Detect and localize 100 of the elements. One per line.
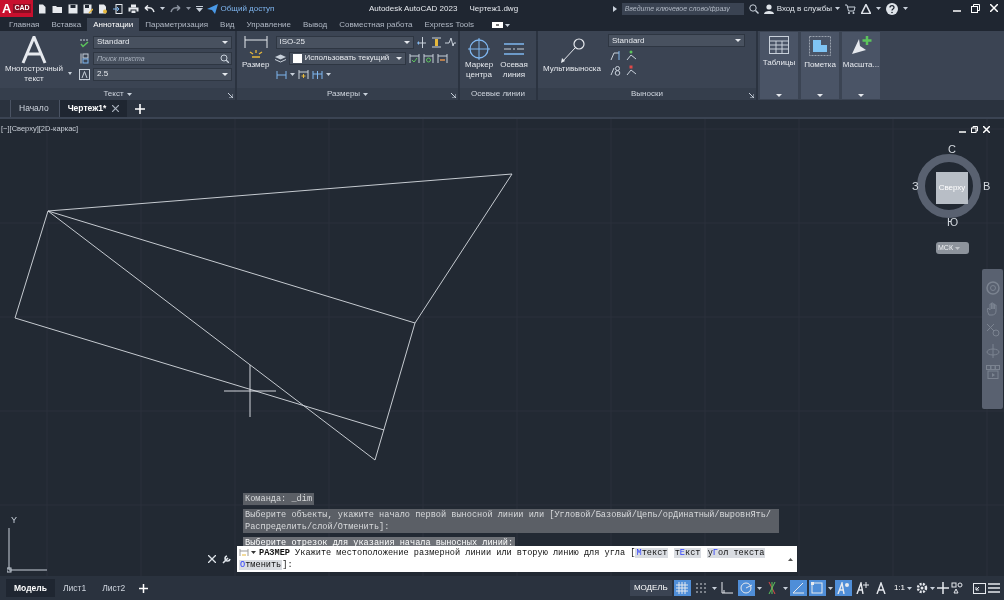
leader-style-dropdown[interactable]: Standard xyxy=(608,34,745,47)
dimension-adjust-icon[interactable] xyxy=(430,36,442,48)
grid-icon xyxy=(675,582,689,594)
center-mark-button[interactable]: Маркер центра xyxy=(463,34,495,88)
new-layout-icon[interactable] xyxy=(139,583,149,593)
ortho-icon xyxy=(720,582,734,594)
dimension-style-dropdown[interactable]: ISO-25 xyxy=(275,35,414,49)
compass-direction[interactable]: З xyxy=(912,181,919,192)
open-folder-icon[interactable] xyxy=(51,3,63,14)
print-icon[interactable] xyxy=(127,3,139,14)
compass-direction[interactable]: Ю xyxy=(947,217,959,228)
compass-direction[interactable]: В xyxy=(983,181,991,192)
cart-icon[interactable] xyxy=(845,3,856,14)
plus-icon[interactable] xyxy=(937,582,949,594)
centerline-button[interactable]: Осевая линия xyxy=(495,34,533,88)
menu-icon[interactable] xyxy=(988,583,1000,593)
document-tab[interactable]: Начало xyxy=(10,100,57,117)
search-icon[interactable] xyxy=(748,3,759,14)
collect-leader-icon[interactable] xyxy=(610,65,621,76)
ribbon-tab[interactable]: Параметризация xyxy=(139,18,215,31)
save-icon[interactable] xyxy=(67,3,78,14)
caret-icon xyxy=(756,586,762,590)
reassociate-icon[interactable] xyxy=(436,52,448,64)
dropdown-icon[interactable] xyxy=(195,5,203,12)
expand-arrow-icon[interactable] xyxy=(612,5,617,12)
new-file-icon[interactable] xyxy=(36,3,47,14)
search-icon[interactable] xyxy=(220,53,229,63)
restore-icon[interactable] xyxy=(971,126,978,133)
wrench-icon[interactable] xyxy=(222,554,232,564)
scroll-up-icon[interactable] xyxy=(788,558,793,561)
spellcheck-icon[interactable] xyxy=(79,36,90,48)
ribbon-tab[interactable]: Вставка xyxy=(45,18,88,31)
jog-line-icon[interactable] xyxy=(444,36,456,48)
launcher-icon[interactable] xyxy=(749,93,754,98)
panel-title: Осевые линии xyxy=(471,89,525,99)
polar-toggle[interactable] xyxy=(737,580,755,596)
import-icon[interactable] xyxy=(112,3,123,14)
new-tab-icon[interactable] xyxy=(135,103,146,114)
annotation-scale-button[interactable]: 1:1 xyxy=(891,583,914,593)
ribbon-tab[interactable]: Совместная работа xyxy=(333,18,419,31)
align-leader-icon[interactable] xyxy=(626,50,637,61)
triangle-logo-icon[interactable] xyxy=(861,3,871,14)
units-icon[interactable] xyxy=(951,582,963,594)
layers-icon[interactable] xyxy=(274,52,286,64)
collapsed-panel-button[interactable]: Масшта... xyxy=(842,32,880,99)
multiline-text-button[interactable]: Многострочный текст xyxy=(3,34,65,88)
save-as-icon[interactable] xyxy=(82,3,93,14)
multileader-button[interactable]: Мультивыноска xyxy=(541,34,603,88)
close-icon[interactable] xyxy=(112,105,120,112)
ribbon-tab[interactable]: Главная xyxy=(3,18,46,31)
redo-icon[interactable] xyxy=(169,4,181,13)
compass-direction[interactable]: С xyxy=(948,144,956,155)
layout-tab[interactable]: Модель xyxy=(6,579,55,597)
panel-toggle-icon[interactable] xyxy=(492,22,504,28)
gear-icon[interactable] xyxy=(916,582,928,594)
text-height-dropdown[interactable]: 2.5 xyxy=(93,67,232,81)
linear-dimension-icon[interactable] xyxy=(275,68,287,80)
model-space-button[interactable]: МОДЕЛЬ xyxy=(629,580,672,596)
text-style-dropdown[interactable]: Standard xyxy=(93,35,232,49)
launcher-icon[interactable] xyxy=(451,93,456,98)
ribbon-tab[interactable]: Аннотации xyxy=(87,18,140,31)
ortho-toggle[interactable] xyxy=(718,580,736,596)
grid-toggle[interactable] xyxy=(673,580,691,596)
ribbon-tab[interactable]: Express Tools xyxy=(418,18,481,31)
ribbon-tab[interactable]: Вывод xyxy=(297,18,334,31)
quick-dimension-icon[interactable] xyxy=(297,68,309,80)
annotation-visibility-toggle[interactable] xyxy=(834,580,852,596)
collapsed-panel-button[interactable]: Таблицы xyxy=(760,32,798,99)
dimension-break-icon[interactable] xyxy=(416,36,428,48)
dimension-button[interactable]: Размер xyxy=(240,34,272,88)
help-icon[interactable] xyxy=(886,2,898,15)
dimension-layer-dropdown[interactable]: Использовать текущий xyxy=(288,51,406,65)
layout-tab[interactable]: Лист2 xyxy=(94,579,134,597)
share-button[interactable]: Общий доступ xyxy=(206,3,275,14)
object-tracking-toggle[interactable] xyxy=(789,580,807,596)
autoscale-toggle[interactable] xyxy=(853,580,871,596)
remove-leader-icon[interactable] xyxy=(626,65,637,76)
document-icon[interactable] xyxy=(97,3,108,14)
document-tab[interactable]: Чертеж1* xyxy=(58,100,128,117)
update-icon[interactable] xyxy=(422,52,434,64)
caret-icon xyxy=(907,586,912,590)
continue-dimension-icon[interactable] xyxy=(311,68,323,80)
find-text-icon[interactable] xyxy=(79,52,90,64)
caret-icon xyxy=(711,586,717,590)
ribbon-tab[interactable]: Управление xyxy=(240,18,298,31)
layout-tab[interactable]: Лист1 xyxy=(54,579,95,597)
inspect-check-icon[interactable] xyxy=(408,52,420,64)
caret-icon xyxy=(827,586,833,590)
ribbon-tab[interactable]: Вид xyxy=(214,18,241,31)
undo-icon[interactable] xyxy=(143,4,155,13)
collapsed-panel-button[interactable]: Пометка xyxy=(801,32,839,99)
add-leader-icon[interactable] xyxy=(610,50,621,61)
text-height-icon[interactable] xyxy=(79,68,90,80)
sign-in-button[interactable]: Вход в службы xyxy=(763,3,840,14)
command-line-field[interactable]: РАЗМЕР Укажите местоположение размерной линии или вторую линию для угла [Мтекст тЕкст уГол текста Отменить]: xyxy=(237,546,797,572)
fullscreen-icon[interactable] xyxy=(973,582,986,594)
maximize-icon[interactable] xyxy=(971,4,980,13)
launcher-icon[interactable] xyxy=(228,93,233,98)
panel-title: Размеры xyxy=(326,89,361,99)
object-snap-toggle[interactable] xyxy=(808,580,826,596)
